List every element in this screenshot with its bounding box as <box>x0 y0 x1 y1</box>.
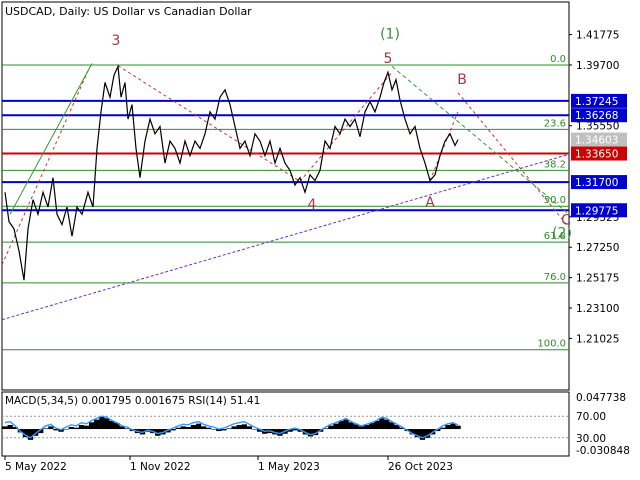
macd-bar <box>236 425 242 430</box>
y-tick-label: 1.23100 <box>576 303 619 315</box>
fib-level-label: 23.6 <box>544 118 566 129</box>
macd-bar <box>73 427 80 430</box>
macd-bar <box>358 426 365 430</box>
wave-label: 3 <box>112 33 121 49</box>
macd-bar <box>2 426 8 430</box>
macd-bar <box>455 425 461 430</box>
y-tick-label: 1.41775 <box>576 30 619 42</box>
chart-title: USDCAD, Daily: US Dollar vs Canadian Dol… <box>5 5 252 18</box>
wave-label: B <box>457 72 467 88</box>
macd-bar <box>104 418 110 430</box>
wave-label: 5 <box>384 51 393 67</box>
macd-bar <box>109 420 115 430</box>
price-tag-label: 1.31700 <box>575 177 618 189</box>
macd-bar <box>251 429 258 430</box>
macd-bar <box>450 423 456 430</box>
price-tag-label: 1.29775 <box>575 205 618 217</box>
price-tag-label: 1.37245 <box>575 96 618 108</box>
macd-bar <box>200 426 207 430</box>
price-tag-label: 1.33650 <box>575 149 618 161</box>
macd-bar <box>190 425 197 430</box>
chart-canvas[interactable]: USDCAD, Daily: US Dollar vs Canadian Dol… <box>0 0 640 480</box>
macd-bar <box>88 422 95 430</box>
macd-bar <box>363 425 370 430</box>
macd-bar <box>338 420 344 430</box>
macd-bar <box>43 428 49 430</box>
macd-bar <box>83 425 90 430</box>
y-tick-label: 1.25175 <box>576 273 619 285</box>
x-tick-label: 1 Nov 2022 <box>130 461 191 473</box>
macd-bar <box>333 423 339 430</box>
y-tick-label: 1.21025 <box>576 333 619 345</box>
macd-bar <box>328 425 334 430</box>
macd-bar <box>246 426 253 430</box>
wave-label: 4 <box>308 197 317 213</box>
macd-bar <box>180 426 186 430</box>
fib-level-label: 0.0 <box>550 54 566 65</box>
fib-level-label: 100.0 <box>537 339 566 350</box>
macd-bar <box>195 423 202 430</box>
wave-label: (2) <box>552 226 572 242</box>
macd-bar <box>221 429 227 431</box>
price-tag-label: 1.36268 <box>575 110 618 122</box>
x-tick-label: 1 May 2023 <box>258 461 320 473</box>
x-tick-label: 5 May 2022 <box>5 461 67 473</box>
macd-bar <box>231 426 237 430</box>
macd-bar <box>241 424 247 430</box>
y-tick-label: 1.35550 <box>576 121 619 133</box>
macd-bar <box>226 428 232 430</box>
macd-bar <box>78 425 85 430</box>
macd-bar <box>374 420 380 430</box>
fib-level-label: 76.0 <box>544 272 566 283</box>
macd-bar <box>384 419 390 430</box>
osc-tick-label: -0.030848 <box>576 445 630 457</box>
y-tick-label: 1.27250 <box>576 242 619 254</box>
wave-label: (1) <box>380 27 400 43</box>
macd-bar <box>63 429 69 430</box>
x-tick-label: 26 Oct 2023 <box>388 461 453 473</box>
macd-bar <box>48 426 54 430</box>
macd-bar <box>307 429 314 437</box>
wave-label: A <box>425 195 435 211</box>
osc-tick-label: 70.00 <box>576 411 606 423</box>
osc-tick-label: 30.00 <box>576 433 606 445</box>
macd-bar <box>94 419 100 430</box>
macd-bar <box>185 427 191 430</box>
price-tag-label: 1.34603 <box>575 135 618 147</box>
macd-bar <box>7 425 13 430</box>
macd-bar <box>68 427 74 430</box>
y-tick-label: 1.39700 <box>576 60 619 72</box>
macd-bar <box>211 429 217 430</box>
macd-bar <box>379 418 385 430</box>
macd-bar <box>445 425 451 430</box>
macd-bar <box>343 419 349 430</box>
macd-bar <box>348 422 354 430</box>
oscillator-legend: MACD(5,34,5) 0.001795 0.001675 RSI(14) 5… <box>5 395 260 407</box>
macd-bar <box>440 427 446 430</box>
macd-bar <box>99 416 105 430</box>
osc-tick-label: 0.047738 <box>576 392 626 404</box>
macd-bar <box>206 427 212 430</box>
macd-bar <box>175 427 181 430</box>
